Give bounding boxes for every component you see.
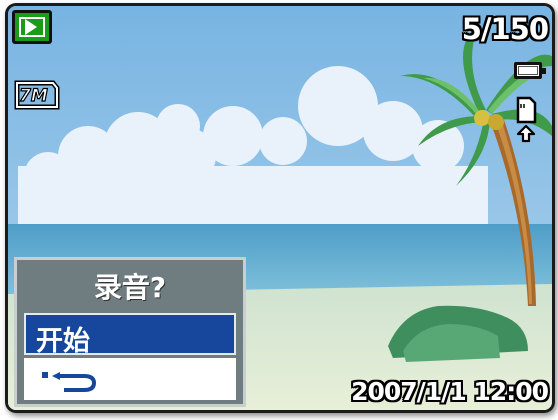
image-counter: 5/150 xyxy=(461,12,549,46)
image-size-label: 7M xyxy=(19,86,48,106)
image-size-7m-icon: 7M xyxy=(14,80,60,110)
record-voice-dialog: 录音? 开始 xyxy=(14,257,246,407)
start-option-label: 开始 xyxy=(36,326,90,357)
camera-lcd-screen: 7M 5/150 录音? 开始 2007/1/1 12:00 xyxy=(8,6,552,410)
return-arrow-icon xyxy=(42,372,97,392)
sd-card-icon xyxy=(516,96,537,143)
battery-icon xyxy=(514,62,546,79)
dialog-title: 录音? xyxy=(93,271,167,304)
start-option[interactable]: 开始 xyxy=(24,313,236,357)
playback-mode-icon xyxy=(12,10,52,44)
back-option[interactable] xyxy=(24,358,236,400)
date-time-stamp: 2007/1/1 12:00 xyxy=(351,377,549,406)
